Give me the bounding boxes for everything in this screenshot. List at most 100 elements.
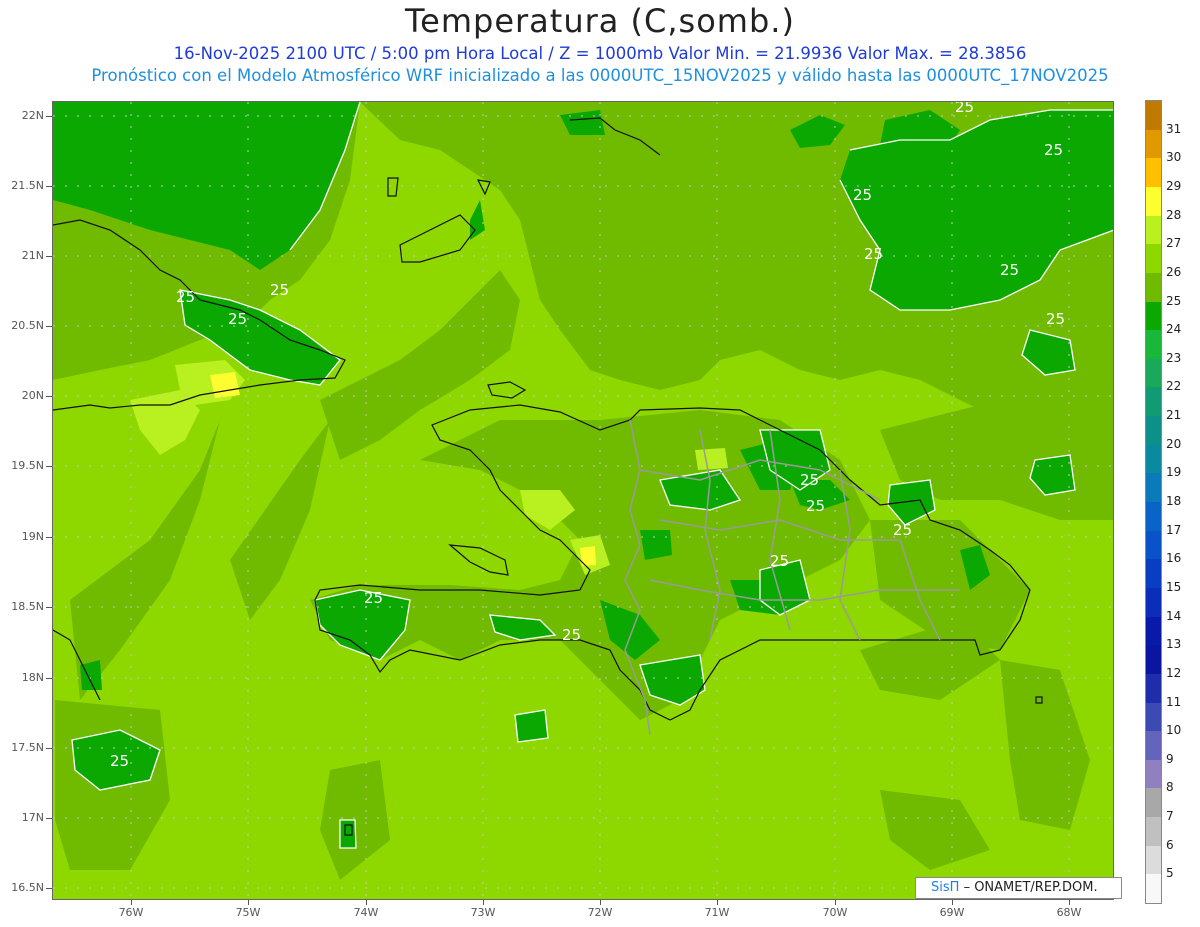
contour-label: 25 — [806, 497, 825, 515]
colorbar-label: 10 — [1166, 723, 1182, 738]
y-tick-label: 19.5N — [11, 459, 44, 472]
colorbar-label: 18 — [1166, 494, 1182, 508]
colorbar-segment — [1146, 473, 1161, 503]
x-tick — [600, 900, 601, 905]
contour-label: 25 — [110, 752, 129, 770]
colorbar-segment — [1146, 416, 1161, 446]
colorbar-label: 28 — [1166, 207, 1182, 222]
x-tick-label: 68W — [1056, 906, 1082, 919]
colorbar-segment — [1146, 845, 1161, 875]
x-tick — [131, 900, 132, 905]
x-tick-label: 75W — [235, 906, 261, 919]
y-tick-label: 22N — [21, 109, 44, 122]
colorbar-segment — [1146, 759, 1161, 789]
y-tick-label: 18.5N — [11, 600, 44, 613]
colorbar-label: 15 — [1166, 579, 1182, 594]
x-tick — [1069, 900, 1070, 905]
x-tick — [366, 900, 367, 905]
colorbar-label: 8 — [1166, 780, 1174, 795]
colorbar-label: 17 — [1166, 522, 1182, 537]
colorbar-label: 29 — [1166, 178, 1182, 193]
colorbar-label: 26 — [1166, 264, 1182, 279]
y-tick — [46, 678, 52, 679]
colorbar-segment — [1146, 788, 1161, 818]
y-tick-label: 20.5N — [11, 319, 44, 332]
contour-label: 25 — [770, 552, 789, 570]
colorbar-segment — [1146, 129, 1161, 159]
colorbar-label: 22 — [1166, 379, 1182, 394]
y-tick — [46, 888, 52, 889]
colorbar-segment — [1146, 215, 1161, 245]
y-tick-label: 18N — [21, 671, 44, 684]
x-tick-label: 73W — [470, 906, 496, 919]
contour-label: 25 — [864, 245, 883, 263]
contour-label: 25 — [1046, 310, 1065, 328]
contour-label: 25 — [800, 471, 819, 489]
colorbar-segment — [1146, 731, 1161, 761]
y-tick-label: 21.5N — [11, 179, 44, 192]
colorbar-label: 20 — [1166, 436, 1182, 451]
contour-label: 25 — [270, 281, 289, 299]
colorbar-segment — [1146, 186, 1161, 217]
y-tick — [46, 326, 52, 327]
colorbar-segment — [1146, 645, 1161, 675]
colorbar-label: 24 — [1166, 322, 1182, 337]
x-tick-label: 74W — [353, 906, 379, 919]
x-tick-label: 69W — [939, 906, 965, 919]
y-tick-label: 19N — [21, 530, 44, 543]
colorbar-label: 14 — [1166, 608, 1182, 623]
colorbar-label: 31 — [1166, 121, 1182, 136]
colorbar-label: 12 — [1166, 665, 1182, 680]
colorbar-segment — [1146, 673, 1161, 703]
colorbar-segment — [1146, 330, 1161, 360]
map-subtitle-datetime: 16-Nov-2025 2100 UTC / 5:00 pm Hora Loca… — [173, 44, 1027, 63]
colorbar-label: 13 — [1166, 637, 1182, 652]
y-tick — [46, 396, 52, 397]
colorbar-segment — [1146, 559, 1161, 589]
y-tick — [46, 116, 52, 117]
colorbar-label: 27 — [1166, 236, 1182, 251]
y-tick — [46, 466, 52, 467]
colorbar-segment — [1146, 587, 1161, 618]
temperature-map: 25 25 25 25 25 25 25 25 25 25 25 25 25 2… — [53, 102, 1114, 900]
x-tick — [952, 900, 953, 905]
contour-label: 25 — [176, 288, 195, 306]
colorbar-label: 30 — [1166, 150, 1182, 165]
colorbar-label: 9 — [1166, 751, 1174, 766]
colorbar-segment — [1146, 158, 1161, 188]
y-tick — [46, 748, 52, 749]
colorbar-segment — [1146, 702, 1161, 732]
y-tick — [46, 818, 52, 819]
colorbar-segment — [1146, 358, 1161, 388]
colorbar-segment — [1146, 616, 1161, 646]
colorbar-label: 5 — [1166, 866, 1174, 881]
colorbar-label: 25 — [1166, 293, 1182, 308]
map-subtitle-model: Pronóstico con el Modelo Atmosférico WRF… — [91, 66, 1109, 85]
map-title: Temperatura (C,somb.) — [405, 2, 795, 40]
y-tick-label: 17.5N — [11, 741, 44, 754]
y-tick — [46, 607, 52, 608]
colorbar — [1145, 100, 1162, 904]
x-tick-label: 76W — [118, 906, 144, 919]
colorbar-label: 6 — [1166, 837, 1174, 852]
colorbar-label: 19 — [1166, 465, 1182, 480]
colorbar-segment — [1146, 530, 1161, 560]
x-tick — [717, 900, 718, 905]
x-tick — [483, 900, 484, 905]
colorbar-label: 23 — [1166, 350, 1182, 365]
y-tick-label: 20N — [21, 389, 44, 402]
y-tick-label: 17N — [21, 811, 44, 824]
sis-logo: SisΠ — [931, 880, 960, 895]
contour-label: 25 — [1044, 141, 1063, 159]
colorbar-segment — [1146, 444, 1161, 474]
colorbar-label: 16 — [1166, 551, 1182, 566]
contour-label: 25 — [893, 521, 912, 539]
colorbar-segment — [1146, 387, 1161, 417]
credit-text: – ONAMET/REP.DOM. — [963, 880, 1098, 895]
x-tick-label: 72W — [587, 906, 613, 919]
colorbar-label: 11 — [1166, 694, 1182, 709]
colorbar-label: 21 — [1166, 408, 1182, 423]
colorbar-segment — [1146, 301, 1161, 331]
contour-label: 25 — [955, 102, 974, 116]
y-tick-label: 21N — [21, 249, 44, 262]
